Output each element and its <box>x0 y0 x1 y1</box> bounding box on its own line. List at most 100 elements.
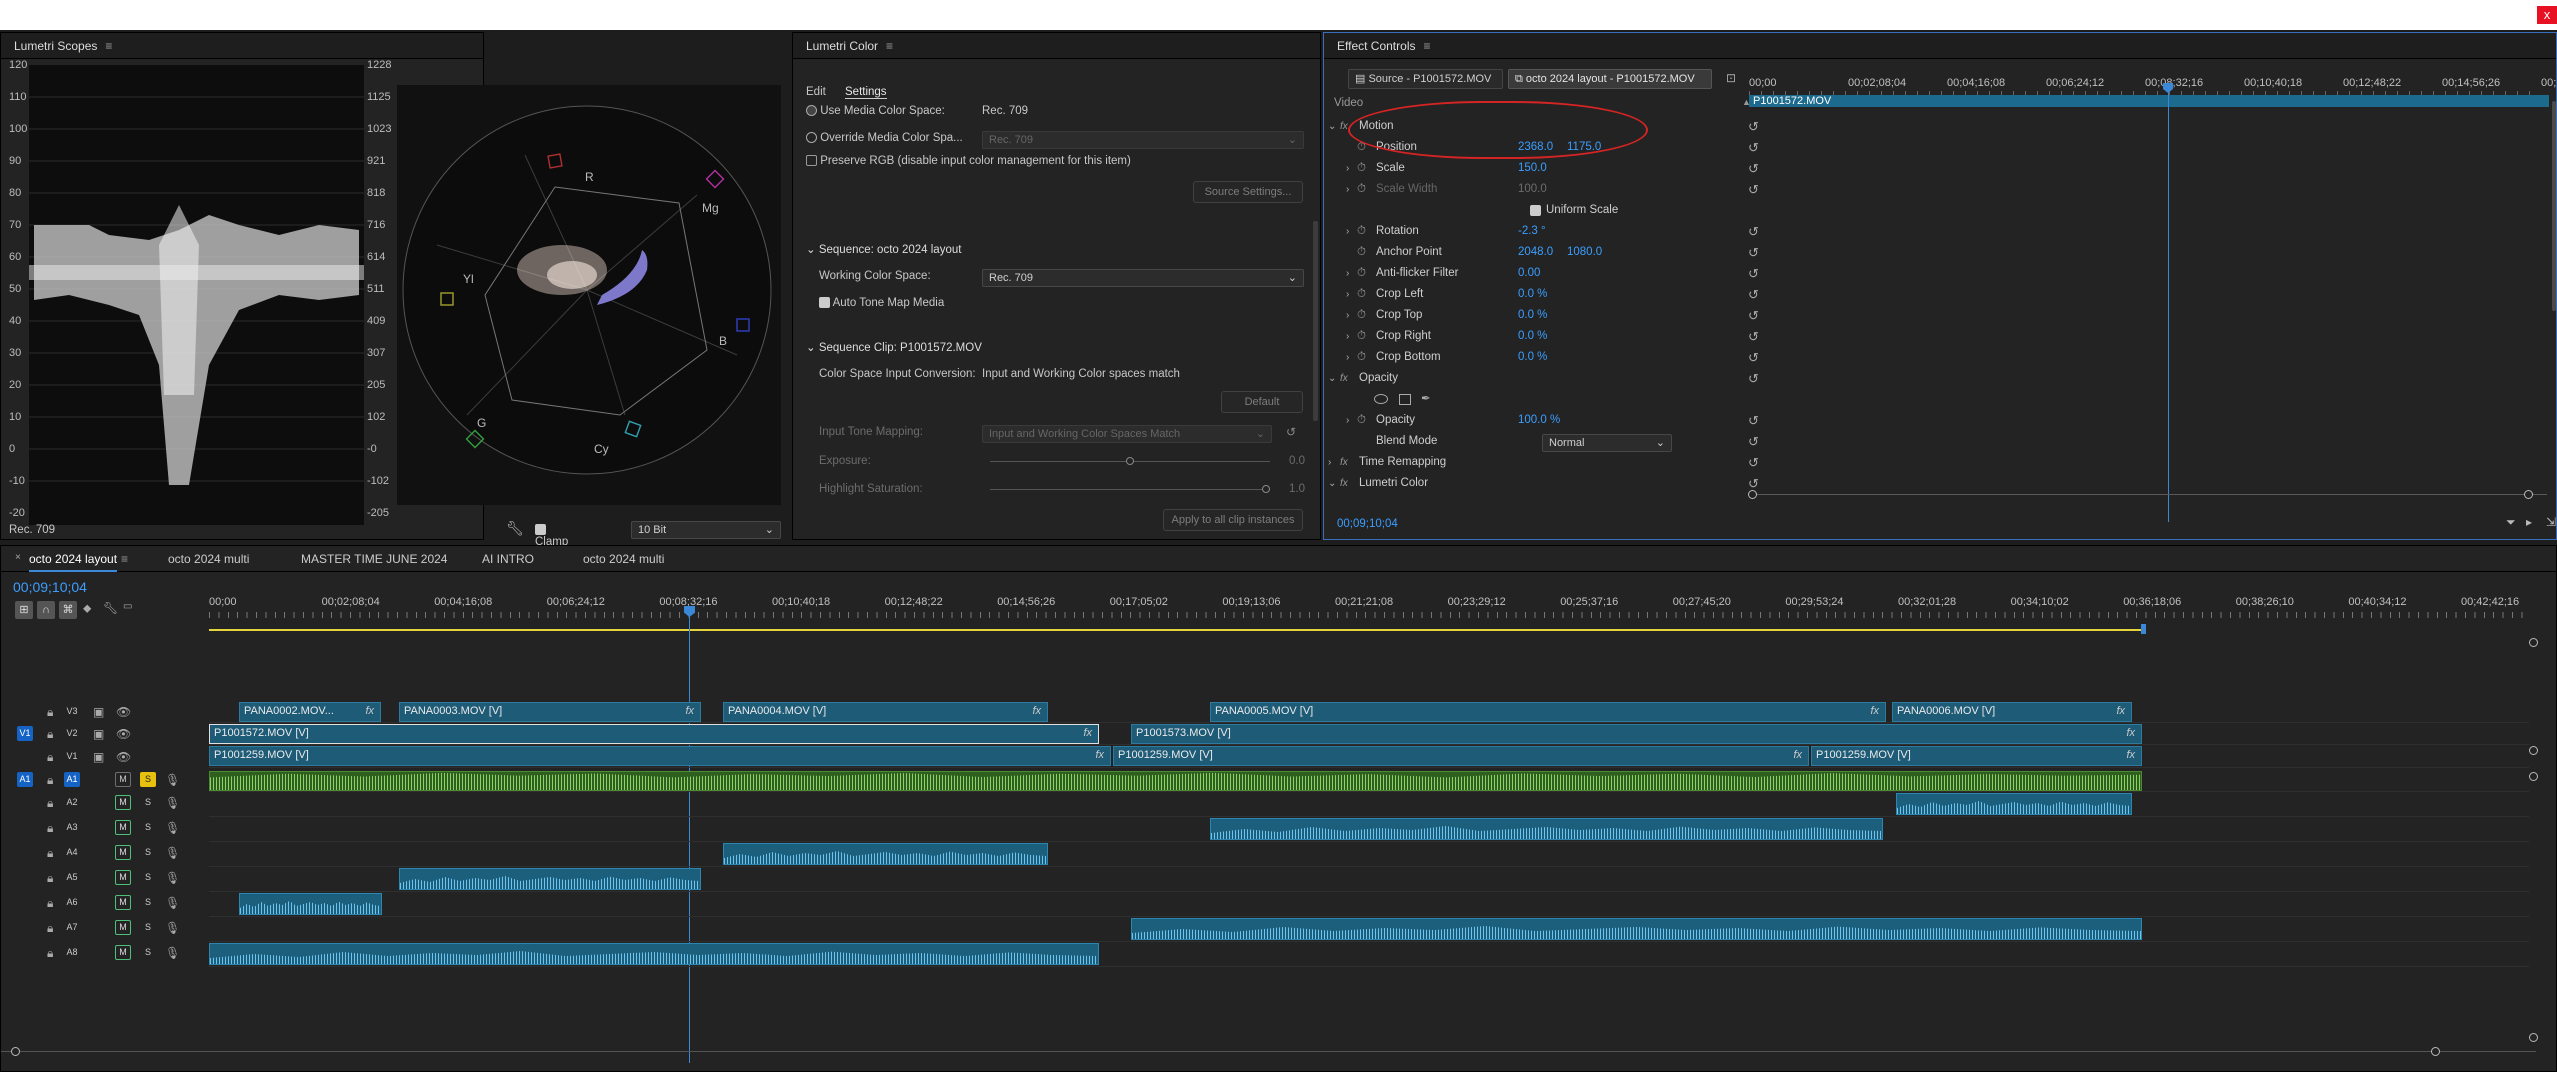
snap-icon[interactable]: ∩ <box>37 601 55 619</box>
opacity-group-row[interactable]: ⌄ fx Opacity ↺ <box>1324 368 1764 389</box>
crop-top-value[interactable]: 0.0 % <box>1518 305 1547 326</box>
solo-button[interactable]: S <box>140 772 156 787</box>
source-patch-src_a[interactable]: A1 <box>17 772 33 787</box>
tone-map-checkbox[interactable] <box>819 297 830 309</box>
timeline-playhead[interactable] <box>689 608 690 1063</box>
crop-bottom-row[interactable]: › ⏱ Crop Bottom 0.0 % ↺ <box>1324 347 1764 368</box>
lumetri-color-row[interactable]: ⌄ fx Lumetri Color ↺ <box>1324 473 1764 494</box>
toggle-sync-icon[interactable]: ▣ <box>93 705 104 719</box>
fx-icon[interactable]: fx <box>1340 116 1348 137</box>
scale-row[interactable]: › ⏱ Scale 150.0 ↺ <box>1324 158 1764 179</box>
zoom-handle-left[interactable] <box>1748 490 1757 499</box>
stopwatch-icon[interactable]: ⏱ <box>1357 347 1366 368</box>
chevron-right-icon[interactable]: › <box>1346 305 1349 326</box>
fx-badge[interactable]: fx <box>1032 703 1041 719</box>
sequence-tab[interactable]: ⧉ octo 2024 layout - P1001572.MOV <box>1508 69 1712 89</box>
slider-handle[interactable] <box>1126 457 1134 465</box>
reset-icon[interactable]: ↺ <box>1748 347 1759 368</box>
v-zoom-handle[interactable] <box>2529 1033 2538 1042</box>
rotation-value[interactable]: -2.3 ° <box>1518 221 1546 242</box>
wrench-icon[interactable]: 🔧︎ <box>506 520 524 537</box>
mute-button[interactable]: M <box>115 820 131 835</box>
chevron-right-icon[interactable]: › <box>1346 410 1349 431</box>
a1-clip[interactable] <box>209 771 2142 791</box>
stopwatch-icon[interactable]: ⏱ <box>1357 410 1366 431</box>
stopwatch-icon[interactable]: ⏱ <box>1357 305 1366 326</box>
work-area-bar[interactable] <box>209 629 2144 631</box>
solo-button[interactable]: S <box>140 795 156 810</box>
lock-icon[interactable]: 🔒︎ <box>47 896 53 911</box>
override-select[interactable]: Rec. 709 ⌄ <box>982 131 1304 149</box>
mute-button[interactable]: M <box>115 920 131 935</box>
solo-button[interactable]: S <box>140 845 156 860</box>
lock-icon[interactable]: 🔒︎ <box>47 821 53 836</box>
tab-settings[interactable]: Settings <box>845 86 887 99</box>
lock-icon[interactable]: 🔒︎ <box>47 871 53 886</box>
v3-clip[interactable]: PANA0006.MOV [V] fx <box>1892 702 2132 722</box>
ec-clip-bar[interactable]: P1001572.MOV <box>1749 95 2549 107</box>
lock-icon[interactable]: 🔒︎ <box>47 727 53 742</box>
panel-menu-icon[interactable]: ≡ <box>121 552 128 566</box>
panel-menu-icon[interactable]: ≡ <box>1423 39 1430 53</box>
tab-edit[interactable]: Edit <box>806 86 826 98</box>
chevron-right-icon[interactable]: › <box>1346 347 1349 368</box>
zoom-handle-right[interactable] <box>2431 1047 2440 1056</box>
stopwatch-icon[interactable]: ⏱ <box>1357 326 1366 347</box>
fx-badge[interactable]: fx <box>2116 703 2125 719</box>
v1-clip[interactable]: P1001259.MOV [V] fx <box>209 746 1111 766</box>
crop-top-row[interactable]: › ⏱ Crop Top 0.0 % ↺ <box>1324 305 1764 326</box>
v1-clip[interactable]: P1001259.MOV [V] fx <box>1113 746 1809 766</box>
out-point-marker[interactable] <box>2141 624 2146 634</box>
export-icon[interactable]: ⇲ <box>2546 515 2556 529</box>
stopwatch-icon[interactable]: ⏱ <box>1357 284 1366 305</box>
stopwatch-icon[interactable]: ⏱ <box>1357 158 1366 179</box>
ec-playhead[interactable] <box>2168 85 2169 522</box>
source-settings-button[interactable]: Source Settings... <box>1193 181 1303 203</box>
bit-depth-select[interactable]: 10 Bit ⌄ <box>631 521 781 539</box>
chevron-right-icon[interactable]: › <box>1346 158 1349 179</box>
anti-flicker-value[interactable]: 0.00 <box>1518 263 1540 284</box>
track-label-v2[interactable]: V2 <box>64 726 80 741</box>
panel-menu-icon[interactable]: ≡ <box>105 39 112 53</box>
wrench-icon[interactable]: 🔧︎ <box>103 601 118 615</box>
a4-clip[interactable] <box>723 843 1048 865</box>
mic-icon[interactable]: 🎙︎ <box>165 846 180 860</box>
chevron-icon[interactable]: ⌄ <box>1328 368 1336 389</box>
track-label-v3[interactable]: V3 <box>64 704 80 719</box>
chevron-right-icon[interactable]: › <box>1346 179 1349 200</box>
mic-icon[interactable]: 🎙︎ <box>165 871 180 885</box>
toggle-sync-icon[interactable]: ▣ <box>93 727 104 741</box>
track-label-a4[interactable]: A4 <box>64 845 80 860</box>
fx-badge[interactable]: fx <box>1095 747 1104 763</box>
reset-icon[interactable]: ↺ <box>1748 284 1759 305</box>
sequence-tab[interactable]: octo 2024 multi <box>583 546 664 572</box>
stopwatch-icon[interactable]: ⏱ <box>1357 221 1366 242</box>
preserve-rgb-checkbox[interactable] <box>806 155 817 167</box>
linked-selection-icon[interactable]: ⌘ <box>59 601 77 619</box>
timeline-ruler[interactable]: 00;00 00;02;08;04 00;04;16;08 00;06;24;12 00… <box>209 590 2529 630</box>
reset-icon[interactable]: ↺ <box>1748 137 1759 158</box>
mute-button[interactable]: M <box>115 845 131 860</box>
track-label-a3[interactable]: A3 <box>64 820 80 835</box>
mic-icon[interactable]: 🎙︎ <box>165 796 180 810</box>
track-label-a7[interactable]: A7 <box>64 920 80 935</box>
mute-button[interactable]: M <box>115 795 131 810</box>
mute-button[interactable]: M <box>115 945 131 960</box>
filter-icon[interactable]: ⏷ <box>2506 515 2516 530</box>
itm-select[interactable]: Input and Working Color Spaces Match ⌄ <box>982 425 1272 443</box>
slider-handle[interactable] <box>1262 485 1270 493</box>
chevron-down-icon[interactable]: ⌄ <box>806 342 816 354</box>
fx-badge[interactable]: fx <box>1870 703 1879 719</box>
reset-icon[interactable]: ↺ <box>1748 179 1759 200</box>
v2-clip[interactable]: P1001573.MOV [V] fx <box>1131 724 2142 744</box>
pen-mask-icon[interactable]: ✒ <box>1421 389 1431 410</box>
mute-button[interactable]: M <box>115 870 131 885</box>
reset-icon[interactable]: ↺ <box>1748 242 1759 263</box>
v-zoom-handle[interactable] <box>2529 772 2538 781</box>
mic-icon[interactable]: 🎙︎ <box>165 821 180 835</box>
uniform-scale-checkbox[interactable] <box>1530 205 1541 216</box>
toggle-sync-icon[interactable]: ▣ <box>93 750 104 764</box>
solo-button[interactable]: S <box>140 945 156 960</box>
crop-right-value[interactable]: 0.0 % <box>1518 326 1547 347</box>
uniform-scale-row[interactable]: Uniform Scale <box>1324 200 1764 221</box>
